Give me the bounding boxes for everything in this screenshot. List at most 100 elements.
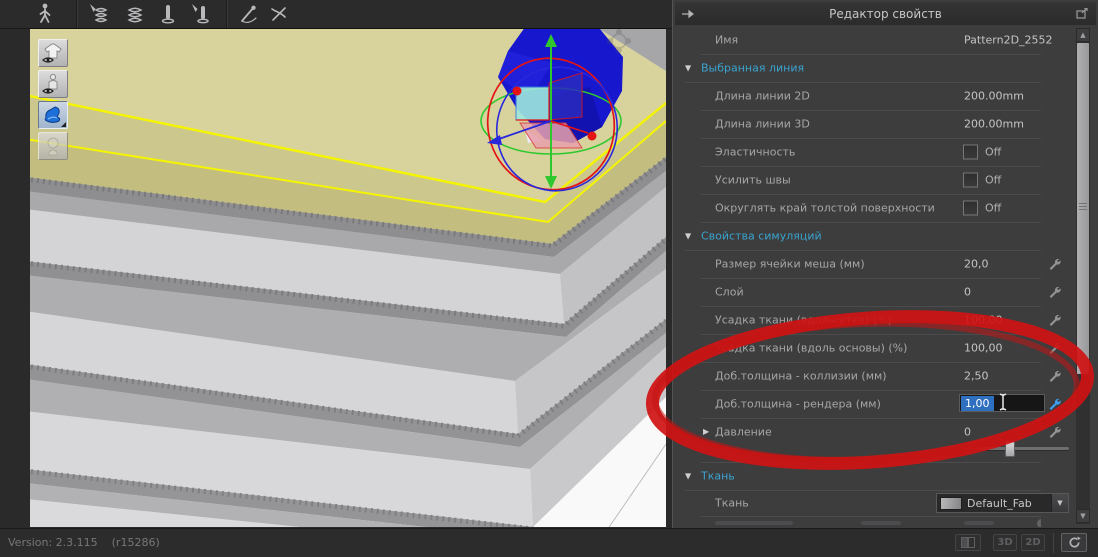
scene-canvas [30, 29, 666, 527]
field-label: Слой [715, 285, 744, 299]
wrench-icon-active[interactable] [1047, 397, 1061, 411]
section-label: Ткань [701, 469, 735, 483]
fabric-dropdown[interactable]: Default_Fab ▼ [936, 493, 1069, 513]
panel-title: Редактор свойств [829, 6, 942, 21]
head-display-mode-button[interactable] [38, 132, 68, 160]
checkbox-state-label: Off [985, 173, 1002, 187]
property-row-name: Имя Pattern2D_2552 [701, 26, 1053, 55]
pin-icon[interactable] [155, 1, 181, 27]
collapse-triangle-icon[interactable]: ▼ [685, 232, 691, 241]
clipped-row [701, 518, 1041, 527]
collapse-triangle-icon[interactable]: ▼ [685, 64, 691, 73]
mannequin-icon [48, 73, 58, 90]
wrench-icon[interactable] [1047, 425, 1061, 439]
field-value[interactable]: 200.00mm [964, 90, 1024, 103]
collapse-triangle-icon[interactable]: ▼ [685, 472, 691, 481]
pressure-slider[interactable] [965, 441, 1069, 457]
sync-view-button[interactable] [1061, 533, 1087, 552]
field-label: Округлять край толстой поверхности [715, 201, 935, 215]
refresh-icon [1068, 536, 1081, 548]
dropdown-arrow-icon[interactable]: ▼ [1051, 494, 1068, 512]
field-value[interactable]: 100,00 [964, 342, 1003, 355]
field-value[interactable]: 0 [964, 426, 971, 439]
scrollbar-thumb[interactable] [1077, 43, 1089, 374]
toggle-garment-visibility-button[interactable] [38, 39, 68, 67]
sewing-dart-icon[interactable] [266, 1, 292, 27]
undock-window-icon[interactable] [1076, 8, 1088, 19]
flyout-indicator [61, 122, 66, 127]
select-pin-icon[interactable] [188, 1, 214, 27]
wrench-icon[interactable] [1047, 341, 1061, 355]
section-selected-line[interactable]: ▼ Выбранная линия [685, 54, 1041, 83]
property-row-thickness-collision: Доб.толщина - коллизии (мм) 2,50 [701, 362, 1061, 391]
wrench-icon[interactable] [1047, 313, 1061, 327]
field-label: Усадка ткани (вдоль утка) (%) [715, 313, 892, 327]
walk-avatar-icon[interactable] [32, 1, 58, 27]
field-label: Длина линии 3D [715, 117, 810, 131]
selected-input-text: 1,00 [961, 395, 994, 411]
property-row-shrink-weft: Усадка ткани (вдоль утка) (%) 100,00 [701, 306, 1061, 335]
dock-arrow-icon[interactable] [681, 9, 695, 19]
wrench-icon[interactable] [1047, 369, 1061, 383]
reinforce-seams-checkbox[interactable] [963, 172, 978, 188]
field-value[interactable]: Pattern2D_2552 [964, 34, 1053, 47]
property-row-line-length-3d: Длина линии 3D 200.00mm [701, 110, 1041, 139]
expand-triangle-icon[interactable]: ▶ [703, 427, 709, 436]
wrench-icon[interactable] [1047, 257, 1061, 271]
property-editor-panel: Редактор свойств Имя Pattern2D_2552 ▼ Вы… [672, 0, 1098, 528]
field-value[interactable]: 2,50 [964, 370, 989, 383]
property-row-layer: Слой 0 [701, 278, 1061, 307]
version-label: Version: 2.3.115 (r15286) [8, 536, 160, 549]
field-value[interactable]: 20,0 [964, 258, 989, 271]
section-fabric[interactable]: ▼ Ткань [685, 462, 1041, 491]
select-fabric-layers-icon[interactable] [86, 1, 112, 27]
field-label: Усадка ткани (вдоль основы) (%) [715, 341, 908, 355]
round-edge-checkbox[interactable] [963, 200, 978, 216]
top-toolbar [0, 0, 672, 29]
property-row-elasticity: Эластичность Off [701, 138, 1041, 167]
property-row-thickness-render: Доб.толщина - рендера (мм) 1,00 [701, 390, 1061, 419]
field-label: Длина линии 2D [715, 89, 810, 103]
property-row-pressure: ▶ Давление 0 [701, 418, 1069, 463]
blue-fabric-icon [44, 106, 61, 123]
cloth-display-mode-button[interactable] [38, 101, 68, 129]
thickness-render-input[interactable]: 1,00 [959, 394, 1045, 412]
property-row-round-thick-edge: Округлять край толстой поверхности Off [701, 194, 1041, 223]
section-label: Выбранная линия [701, 61, 805, 75]
scrollbar-down-icon[interactable]: ▼ [1076, 509, 1090, 523]
needle-thread-icon[interactable] [236, 1, 262, 27]
field-label: Давление [715, 425, 772, 439]
fabric-swatch-icon [940, 496, 962, 510]
3d-viewport[interactable] [30, 28, 666, 527]
view-3d-button[interactable]: 3D [993, 534, 1017, 551]
fabric-layers-icon[interactable] [122, 1, 148, 27]
pressure-slider-thumb[interactable] [1005, 441, 1015, 457]
checkbox-state-label: Off [985, 145, 1002, 159]
field-label: Усилить швы [715, 173, 791, 187]
wrench-icon[interactable] [1047, 285, 1061, 299]
status-bar: Version: 2.3.115 (r15286) 3D 2D [0, 528, 1098, 557]
head-icon [47, 137, 59, 156]
scrollbar-up-icon[interactable]: ▲ [1076, 28, 1090, 42]
statusbar-separator [1053, 533, 1054, 553]
property-row-shrink-warp: Усадка ткани (вдоль основы) (%) 100,00 [701, 334, 1061, 363]
view-2d-button[interactable]: 2D [1021, 534, 1045, 551]
panel-title-bar[interactable]: Редактор свойств [675, 2, 1096, 25]
section-simulation-properties[interactable]: ▼ Свойства симуляций [685, 222, 1041, 251]
field-label: Доб.толщина - рендера (мм) [715, 397, 881, 411]
split-view-button[interactable] [955, 534, 981, 551]
field-value[interactable]: 200.00mm [964, 118, 1024, 131]
application-window: { "colors": { "accent_cyan": "#3aa3cf", … [0, 0, 1098, 557]
eye-icon [42, 88, 54, 94]
toggle-avatar-visibility-button[interactable] [38, 70, 68, 98]
property-row-line-length-2d: Длина линии 2D 200.00mm [701, 82, 1041, 111]
field-value[interactable]: 100,00 [964, 314, 1003, 327]
property-row-reinforce-seams: Усилить швы Off [701, 166, 1041, 195]
split-pane-icon [961, 537, 975, 548]
field-value[interactable]: 0 [964, 286, 971, 299]
fabric-dropdown-value: Default_Fab [967, 496, 1032, 510]
checkbox-state-label: Off [985, 201, 1002, 215]
property-row-mesh-size: Размер ячейки меша (мм) 20,0 [701, 250, 1061, 279]
elasticity-checkbox[interactable] [963, 144, 978, 160]
field-label: Эластичность [715, 145, 796, 159]
